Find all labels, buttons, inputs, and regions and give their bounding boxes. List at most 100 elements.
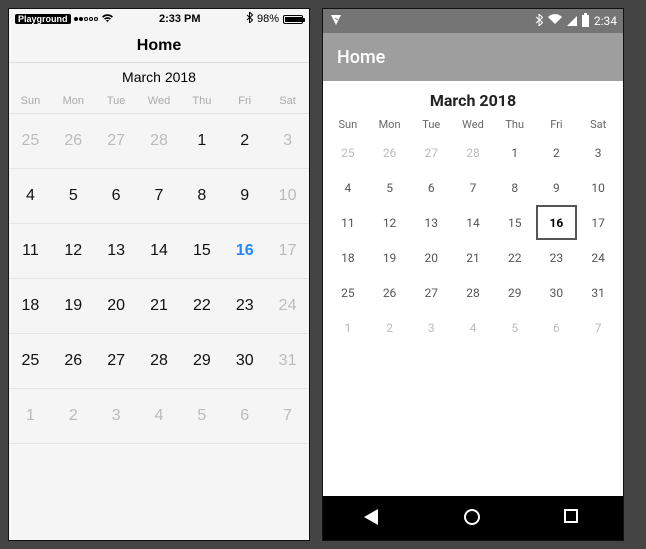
calendar-day[interactable]: 22	[180, 279, 223, 334]
calendar-day[interactable]: 6	[223, 389, 266, 444]
calendar-day[interactable]: 2	[369, 310, 411, 345]
calendar-day[interactable]: 13	[95, 224, 138, 279]
back-button[interactable]	[364, 509, 382, 527]
calendar-day[interactable]: 24	[577, 240, 619, 275]
home-button[interactable]	[464, 509, 482, 527]
calendar-day[interactable]: 3	[266, 114, 309, 169]
calendar-day[interactable]: 30	[536, 275, 578, 310]
calendar-day[interactable]: 12	[52, 224, 95, 279]
dow-label: Sat	[577, 114, 619, 135]
android-device: 2:34 Home March 2018 SunMonTueWedThuFriS…	[322, 8, 624, 541]
calendar-day[interactable]: 5	[52, 169, 95, 224]
bluetooth-icon	[246, 12, 253, 26]
calendar-day[interactable]: 17	[577, 205, 619, 240]
calendar-day[interactable]: 28	[452, 275, 494, 310]
calendar-day[interactable]: 13	[410, 205, 452, 240]
calendar-day[interactable]: 5	[369, 170, 411, 205]
calendar-day[interactable]: 19	[369, 240, 411, 275]
calendar-day[interactable]: 29	[180, 334, 223, 389]
calendar-day[interactable]: 5	[180, 389, 223, 444]
calendar-day[interactable]: 23	[223, 279, 266, 334]
calendar-day[interactable]: 22	[494, 240, 536, 275]
calendar-day[interactable]: 6	[95, 169, 138, 224]
calendar-day[interactable]: 28	[138, 334, 181, 389]
calendar-day[interactable]: 3	[410, 310, 452, 345]
calendar-day[interactable]: 29	[494, 275, 536, 310]
calendar-day[interactable]: 2	[52, 389, 95, 444]
calendar-day[interactable]: 18	[327, 240, 369, 275]
calendar-grid[interactable]: 2526272812345678910111213141516171819202…	[327, 135, 619, 345]
calendar-day[interactable]: 4	[327, 170, 369, 205]
carrier-indicator: Playground	[15, 13, 114, 26]
signal-icon	[74, 17, 98, 21]
calendar-day[interactable]: 7	[266, 389, 309, 444]
calendar-day[interactable]: 18	[9, 279, 52, 334]
calendar-day[interactable]: 20	[95, 279, 138, 334]
calendar-day[interactable]: 20	[410, 240, 452, 275]
wifi-icon	[548, 14, 562, 28]
calendar-day[interactable]: 10	[266, 169, 309, 224]
calendar-day[interactable]: 17	[266, 224, 309, 279]
calendar-day[interactable]: 16	[536, 205, 578, 240]
calendar-day[interactable]: 26	[52, 114, 95, 169]
calendar-day[interactable]: 10	[577, 170, 619, 205]
calendar-day[interactable]: 15	[180, 224, 223, 279]
calendar-day[interactable]: 26	[369, 275, 411, 310]
dow-label: Mon	[369, 114, 411, 135]
calendar-day[interactable]: 28	[138, 114, 181, 169]
calendar-day[interactable]: 26	[52, 334, 95, 389]
calendar-day[interactable]: 28	[452, 135, 494, 170]
calendar-day[interactable]: 15	[494, 205, 536, 240]
calendar-day[interactable]: 27	[410, 275, 452, 310]
calendar-day[interactable]: 8	[494, 170, 536, 205]
calendar-day[interactable]: 25	[9, 114, 52, 169]
calendar-day[interactable]: 7	[138, 169, 181, 224]
calendar-day[interactable]: 24	[266, 279, 309, 334]
calendar-day[interactable]: 1	[9, 389, 52, 444]
dow-label: Thu	[180, 91, 223, 113]
calendar-day[interactable]: 27	[95, 114, 138, 169]
calendar-day[interactable]: 27	[410, 135, 452, 170]
calendar-day[interactable]: 14	[452, 205, 494, 240]
calendar-day[interactable]: 1	[494, 135, 536, 170]
calendar-day[interactable]: 9	[223, 169, 266, 224]
calendar-day[interactable]: 3	[577, 135, 619, 170]
calendar-day[interactable]: 8	[180, 169, 223, 224]
calendar-day[interactable]: 25	[327, 275, 369, 310]
calendar-day[interactable]: 2	[536, 135, 578, 170]
calendar-day[interactable]: 5	[494, 310, 536, 345]
calendar-day[interactable]: 4	[138, 389, 181, 444]
calendar-day[interactable]: 16	[223, 224, 266, 279]
calendar-day[interactable]: 14	[138, 224, 181, 279]
recent-apps-button[interactable]	[564, 509, 582, 527]
calendar-day[interactable]: 1	[327, 310, 369, 345]
calendar-day[interactable]: 12	[369, 205, 411, 240]
calendar-day[interactable]: 7	[452, 170, 494, 205]
calendar-day[interactable]: 19	[52, 279, 95, 334]
calendar-day[interactable]: 11	[9, 224, 52, 279]
calendar-day[interactable]: 6	[536, 310, 578, 345]
calendar-day[interactable]: 4	[9, 169, 52, 224]
calendar-day[interactable]: 31	[577, 275, 619, 310]
signal-icon	[567, 16, 577, 26]
calendar-day[interactable]: 2	[223, 114, 266, 169]
calendar-grid[interactable]: 2526272812345678910111213141516171819202…	[9, 114, 309, 444]
calendar-day[interactable]: 1	[180, 114, 223, 169]
calendar-day[interactable]: 7	[577, 310, 619, 345]
calendar-day[interactable]: 25	[9, 334, 52, 389]
calendar-day[interactable]: 26	[369, 135, 411, 170]
calendar-day[interactable]: 9	[536, 170, 578, 205]
month-label: March 2018	[327, 81, 619, 114]
calendar-day[interactable]: 31	[266, 334, 309, 389]
calendar-day[interactable]: 3	[95, 389, 138, 444]
dow-label: Fri	[223, 91, 266, 113]
calendar-day[interactable]: 4	[452, 310, 494, 345]
calendar-day[interactable]: 11	[327, 205, 369, 240]
calendar-day[interactable]: 23	[536, 240, 578, 275]
calendar-day[interactable]: 30	[223, 334, 266, 389]
calendar-day[interactable]: 21	[138, 279, 181, 334]
calendar-day[interactable]: 25	[327, 135, 369, 170]
calendar-day[interactable]: 21	[452, 240, 494, 275]
calendar-day[interactable]: 6	[410, 170, 452, 205]
calendar-day[interactable]: 27	[95, 334, 138, 389]
